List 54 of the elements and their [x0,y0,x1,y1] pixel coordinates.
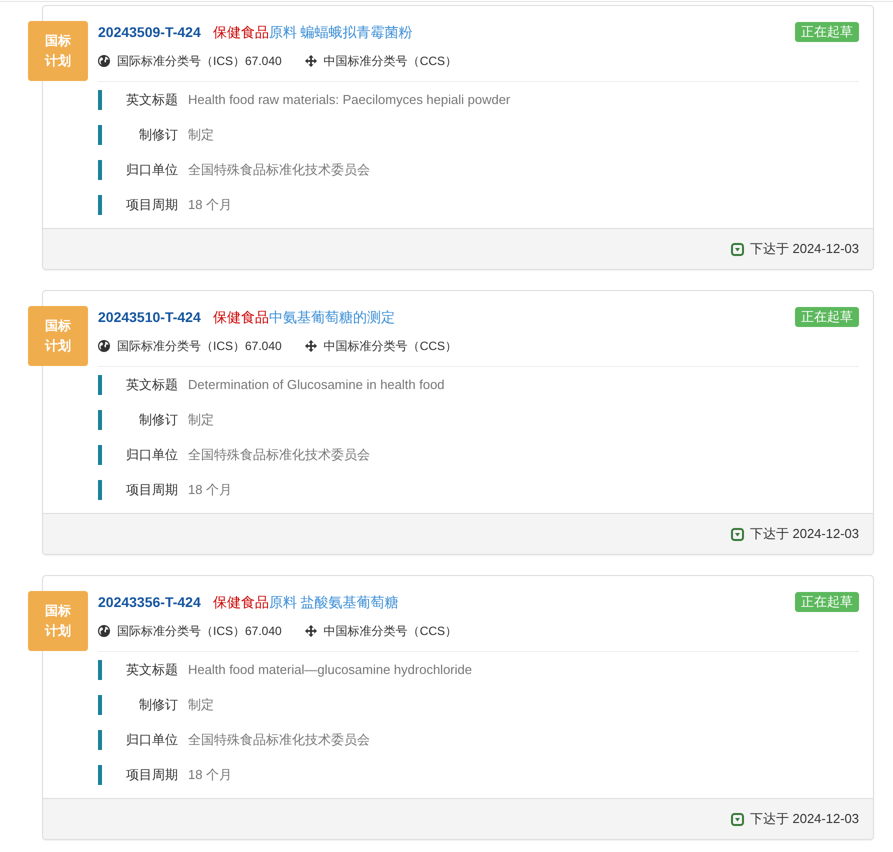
standard-code-link[interactable]: 20243356-T-424 [98,592,201,612]
ccs-classification-text: 中国标准分类号（CCS） [324,338,458,355]
field-label: 归口单位 [98,730,178,750]
standard-code-link[interactable]: 20243509-T-424 [98,22,201,42]
field-value: 制定 [188,696,214,714]
standard-code-link[interactable]: 20243510-T-424 [98,307,201,327]
field-value: 18 个月 [188,196,232,214]
move-arrows-icon [304,55,317,67]
field-value: 全国特殊食品标准化技术委员会 [188,446,370,464]
move-arrows-icon [304,340,317,352]
field-value: 制定 [188,126,214,144]
standard-title-link[interactable]: 保健食品中氨基葡萄糖的测定 [212,307,395,327]
field-label: 项目周期 [98,764,178,784]
category-badge: 国标计划 [28,306,88,366]
field-label: 项目周期 [98,194,178,214]
ics-classification-text: 国际标准分类号（ICS）67.040 [117,338,282,355]
field-label: 制修订 [98,410,178,430]
standard-title-link[interactable]: 保健食品原料 蝙蝠蛾拟青霉菌粉 [212,22,413,42]
field-value: 18 个月 [188,766,232,784]
field-value: 全国特殊食品标准化技术委员会 [188,160,370,178]
issued-date-text: 下达于 2024-12-03 [750,810,859,828]
caret-down-square-icon [730,812,744,826]
field-value: 制定 [188,410,214,428]
globe-icon [98,340,110,352]
field-label: 归口单位 [98,160,178,180]
globe-icon [98,55,110,67]
status-badge: 正在起草 [795,22,859,42]
field-label: 归口单位 [98,444,178,464]
issued-date-text: 下达于 2024-12-03 [750,525,859,543]
field-label: 英文标题 [98,660,178,680]
standard-title-link[interactable]: 保健食品原料 盐酸氨基葡萄糖 [212,592,399,612]
field-label: 项目周期 [98,480,178,500]
ics-classification-text: 国际标准分类号（ICS）67.040 [117,623,282,640]
status-badge: 正在起草 [795,592,859,612]
move-arrows-icon [304,625,317,637]
globe-icon [98,625,110,637]
field-value: 全国特殊食品标准化技术委员会 [188,730,370,748]
status-badge: 正在起草 [795,307,859,327]
field-value: Health food raw materials: Paecilomyces hepiali powder [188,90,510,109]
caret-down-square-icon [730,242,744,256]
field-label: 制修订 [98,694,178,714]
field-value: Health food material—glucosamine hydrochloride [188,660,472,679]
ics-classification-text: 国际标准分类号（ICS）67.040 [117,53,282,70]
ccs-classification-text: 中国标准分类号（CCS） [324,53,458,70]
field-value: 18 个月 [188,480,232,498]
field-label: 英文标题 [98,374,178,394]
category-badge: 国标计划 [28,591,88,651]
field-label: 制修订 [98,124,178,144]
caret-down-square-icon [730,528,744,540]
field-label: 英文标题 [98,90,178,110]
issued-date-text: 下达于 2024-12-03 [750,240,859,258]
category-badge: 国标计划 [28,21,88,81]
field-value: Determination of Glucosamine in health food [188,376,445,394]
ccs-classification-text: 中国标准分类号（CCS） [324,623,458,640]
